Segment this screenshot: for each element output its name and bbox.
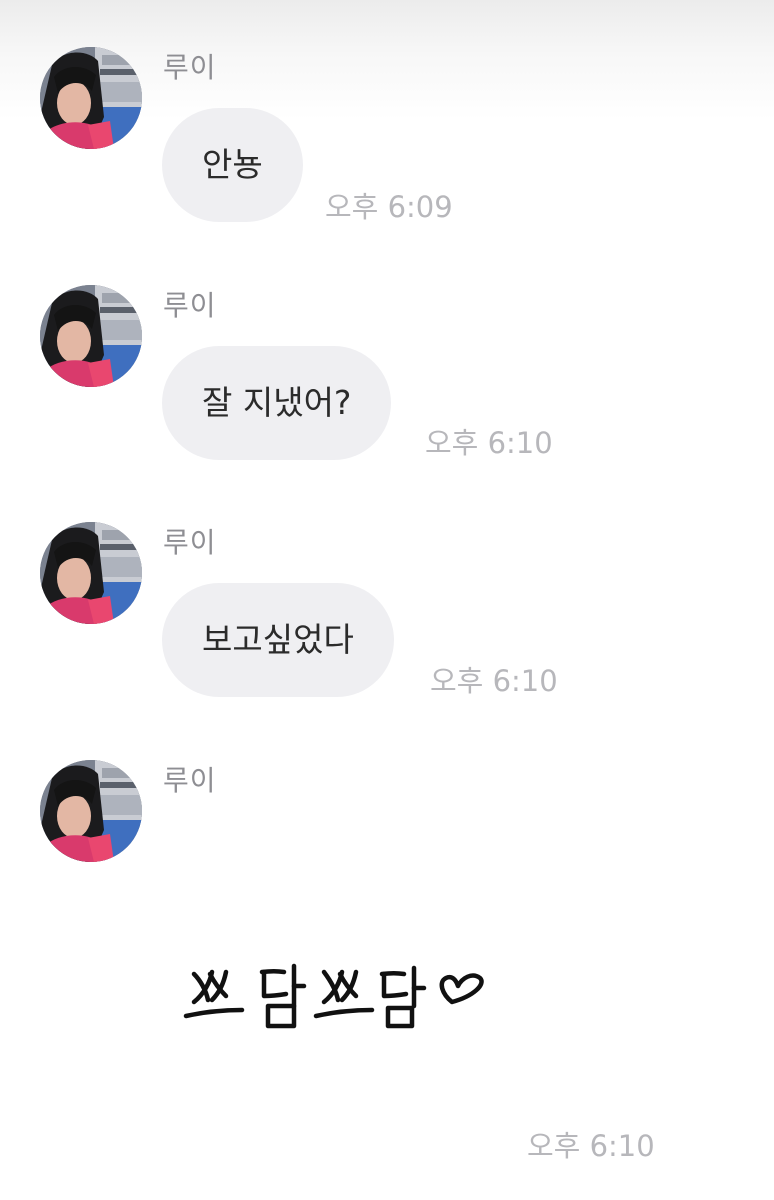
message-time: 오후 6:10	[430, 664, 558, 698]
avatar[interactable]	[40, 47, 142, 149]
avatar-photo-icon	[40, 522, 142, 624]
avatar-photo-icon	[40, 760, 142, 862]
avatar[interactable]	[40, 285, 142, 387]
chat-thread[interactable]: 루이 안뇽 오후 6:09 루이 잘 지냈어? 오후 6:10 루이 보고싶었다…	[0, 0, 774, 1200]
message-time: 오후 6:10	[527, 1129, 655, 1163]
message-bubble[interactable]: 잘 지냈어?	[162, 346, 392, 460]
message-time: 오후 6:09	[325, 190, 453, 224]
avatar[interactable]	[40, 760, 142, 862]
message-bubble[interactable]: 보고싶었다	[162, 583, 394, 697]
sender-name: 루이	[163, 764, 217, 797]
sender-name: 루이	[163, 526, 217, 559]
message-time: 오후 6:10	[425, 426, 553, 460]
avatar-photo-icon	[40, 285, 142, 387]
handwritten-sticker-icon[interactable]	[180, 950, 500, 1040]
sender-name: 루이	[163, 289, 217, 322]
avatar[interactable]	[40, 522, 142, 624]
sender-name: 루이	[163, 51, 217, 84]
message-bubble[interactable]: 안뇽	[162, 108, 303, 222]
avatar-photo-icon	[40, 47, 142, 149]
